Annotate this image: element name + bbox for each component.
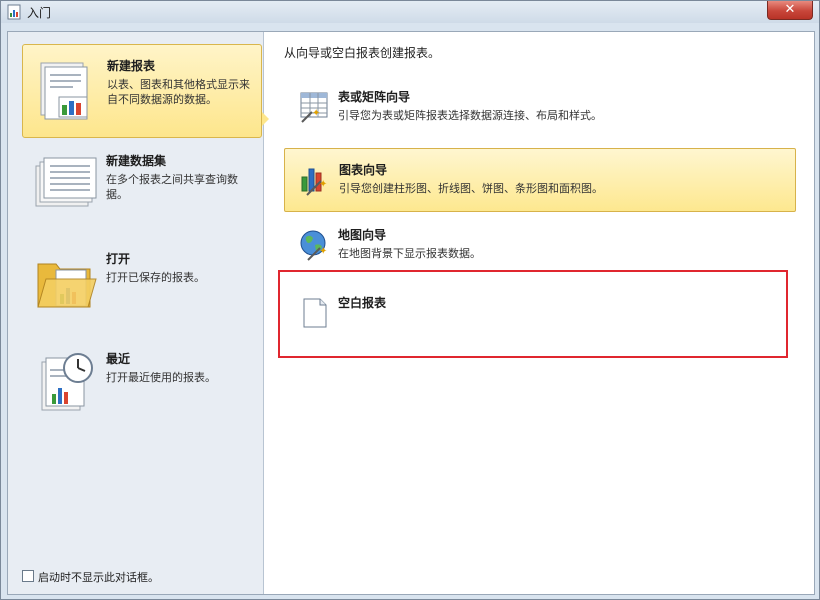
map-wizard-icon: ✦ bbox=[300, 230, 327, 261]
nav-item-recent[interactable]: 最近 打开最近使用的报表。 bbox=[22, 338, 262, 432]
nav-item-desc: 打开已保存的报表。 bbox=[106, 271, 205, 284]
app-icon bbox=[7, 4, 21, 20]
wizard-map[interactable]: ✦ 地图向导 在地图背景下显示报表数据。 bbox=[284, 214, 796, 278]
nav-item-desc: 打开最近使用的报表。 bbox=[106, 371, 216, 384]
table-wizard-icon: ✦ bbox=[300, 92, 328, 123]
instruction-text: 从向导或空白报表创建报表。 bbox=[284, 46, 441, 60]
svg-text:✦: ✦ bbox=[312, 108, 320, 119]
content-panel: 从向导或空白报表创建报表。 ✦ 表或矩阵向导 引导您为表或矩阵报表选择数据源连接… bbox=[264, 32, 814, 594]
nav-item-title: 新建报表 bbox=[107, 59, 156, 73]
chart-wizard-icon: ✦ bbox=[301, 168, 327, 196]
left-nav-panel: 新建报表 以表、图表和其他格式显示来自不同数据源的数据。 新建数据集 在多个报表… bbox=[8, 32, 269, 594]
dont-show-label: 启动时不显示此对话框。 bbox=[38, 571, 159, 584]
wizard-desc: 在地图背景下显示报表数据。 bbox=[338, 247, 481, 260]
nav-item-new-report[interactable]: 新建报表 以表、图表和其他格式显示来自不同数据源的数据。 bbox=[22, 44, 262, 138]
wizard-table-matrix[interactable]: ✦ 表或矩阵向导 引导您为表或矩阵报表选择数据源连接、布局和样式。 bbox=[284, 76, 796, 140]
nav-item-desc: 以表、图表和其他格式显示来自不同数据源的数据。 bbox=[107, 78, 250, 106]
nav-item-title: 打开 bbox=[106, 252, 131, 266]
wizard-title: 地图向导 bbox=[338, 228, 387, 242]
window-title: 入门 bbox=[27, 6, 52, 20]
red-highlight-annotation bbox=[278, 270, 788, 358]
wizard-title: 表或矩阵向导 bbox=[338, 90, 411, 104]
getting-started-dialog: 入门 ✕ 新建报表 以表、图表和其他格式显示来自不同数据源的数据。 新建数据集 … bbox=[0, 0, 820, 600]
dont-show-checkbox[interactable] bbox=[22, 570, 34, 582]
svg-text:✦: ✦ bbox=[319, 246, 327, 257]
svg-text:✦: ✦ bbox=[319, 179, 327, 190]
nav-item-title: 最近 bbox=[106, 352, 131, 366]
open-folder-icon bbox=[37, 263, 97, 308]
dataset-icon bbox=[35, 157, 97, 207]
title-bar: 入门 ✕ bbox=[1, 1, 819, 23]
wizard-desc: 引导您创建柱形图、折线图、饼图、条形图和面积图。 bbox=[339, 182, 603, 195]
wizard-title: 图表向导 bbox=[339, 163, 388, 177]
recent-clock-icon bbox=[41, 353, 93, 411]
nav-item-open[interactable]: 打开 打开已保存的报表。 bbox=[22, 238, 262, 332]
close-button[interactable]: ✕ bbox=[767, 1, 813, 20]
dialog-body: 新建报表 以表、图表和其他格式显示来自不同数据源的数据。 新建数据集 在多个报表… bbox=[7, 31, 815, 595]
nav-item-new-dataset[interactable]: 新建数据集 在多个报表之间共享查询数据。 bbox=[22, 140, 262, 234]
nav-item-desc: 在多个报表之间共享查询数据。 bbox=[106, 173, 238, 201]
new-report-icon bbox=[40, 62, 88, 120]
nav-item-title: 新建数据集 bbox=[106, 154, 167, 168]
wizard-desc: 引导您为表或矩阵报表选择数据源连接、布局和样式。 bbox=[338, 109, 602, 122]
wizard-chart[interactable]: ✦ 图表向导 引导您创建柱形图、折线图、饼图、条形图和面积图。 bbox=[284, 148, 796, 212]
